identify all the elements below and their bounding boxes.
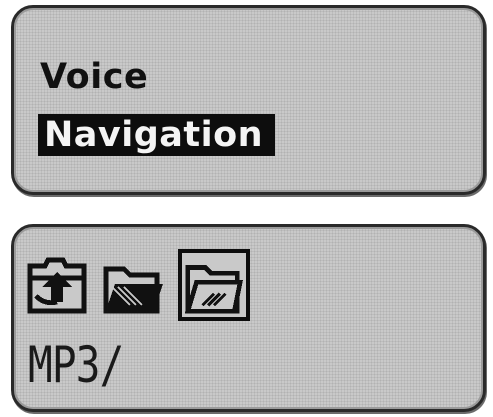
voice-menu-screen: Voice Navigation: [11, 5, 486, 195]
file-browser-screen: MP3/: [11, 224, 486, 412]
menu-item-navigation[interactable]: Navigation: [38, 114, 276, 156]
menu-item-voice[interactable]: Voice: [40, 56, 148, 98]
folder-open-icon[interactable]: [178, 249, 250, 321]
folder-up-icon[interactable]: [24, 251, 90, 317]
folder-icon[interactable]: [100, 251, 166, 317]
current-path: MP3/: [28, 336, 124, 394]
